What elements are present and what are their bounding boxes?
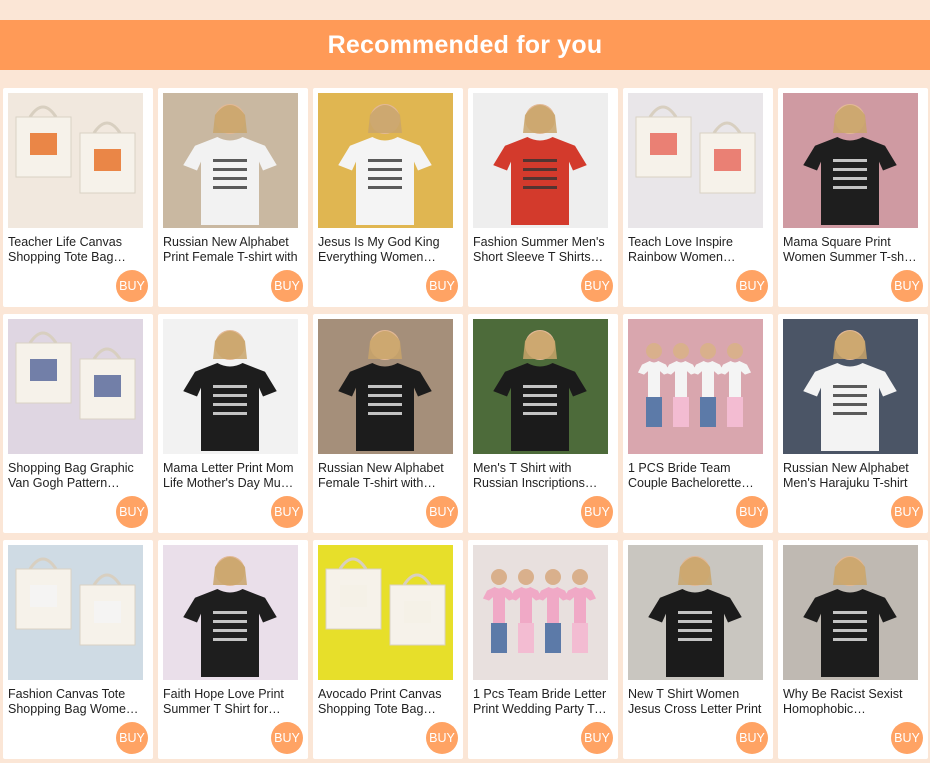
product-image[interactable] — [783, 319, 918, 454]
product-image[interactable] — [783, 93, 918, 228]
buy-button[interactable]: BUY — [271, 722, 303, 754]
section-title: Recommended for you — [327, 30, 603, 59]
buy-button[interactable]: BUY — [891, 496, 923, 528]
product-card[interactable]: Fashion Canvas Tote Shopping Bag Women F… — [3, 540, 153, 759]
buy-button[interactable]: BUY — [736, 722, 768, 754]
product-image[interactable] — [473, 93, 608, 228]
product-image[interactable] — [628, 319, 763, 454]
product-title[interactable]: Teach Love Inspire Rainbow Women Shoulde… — [628, 235, 763, 265]
product-card[interactable]: Teach Love Inspire Rainbow Women Shoulde… — [623, 88, 773, 307]
product-title[interactable]: New T Shirt Women Jesus Cross Letter Pri… — [628, 687, 763, 717]
buy-button[interactable]: BUY — [891, 722, 923, 754]
product-card[interactable]: Russian New Alphabet Men's Harajuku T-sh… — [778, 314, 928, 533]
buy-button[interactable]: BUY — [116, 496, 148, 528]
product-card[interactable]: Mama Square Print Women Summer T-shirt S… — [778, 88, 928, 307]
product-title[interactable]: Men's T Shirt with Russian Inscriptions … — [473, 461, 608, 491]
product-image[interactable] — [163, 93, 298, 228]
product-card[interactable]: 1 Pcs Team Bride Letter Print Wedding Pa… — [468, 540, 618, 759]
product-title[interactable]: Mama Square Print Women Summer T-shirt S… — [783, 235, 918, 265]
product-title[interactable]: Jesus Is My God King Everything Women Ch… — [318, 235, 453, 265]
product-card[interactable]: Faith Hope Love Print Summer T Shirt for… — [158, 540, 308, 759]
product-title[interactable]: Mama Letter Print Mom Life Mother's Day … — [163, 461, 298, 491]
product-image[interactable] — [318, 319, 453, 454]
buy-button[interactable]: BUY — [581, 270, 613, 302]
buy-button[interactable]: BUY — [736, 496, 768, 528]
buy-button[interactable]: BUY — [426, 270, 458, 302]
recommended-header: Recommended for you — [0, 20, 930, 70]
product-image[interactable] — [8, 93, 143, 228]
product-card[interactable]: Fashion Summer Men's Short Sleeve T Shir… — [468, 88, 618, 307]
product-image[interactable] — [628, 545, 763, 680]
product-card[interactable]: Teacher Life Canvas Shopping Tote Bag Wo… — [3, 88, 153, 307]
product-title[interactable]: Avocado Print Canvas Shopping Tote Bag W… — [318, 687, 453, 717]
product-grid: Teacher Life Canvas Shopping Tote Bag Wo… — [3, 88, 928, 759]
product-title[interactable]: Russian New Alphabet Print Female T-shir… — [163, 235, 298, 265]
product-title[interactable]: Russian New Alphabet Female T-shirt with… — [318, 461, 453, 491]
product-image[interactable] — [318, 93, 453, 228]
product-card[interactable]: New T Shirt Women Jesus Cross Letter Pri… — [623, 540, 773, 759]
buy-button[interactable]: BUY — [581, 496, 613, 528]
product-title[interactable]: Why Be Racist Sexist Homophobic Transpho… — [783, 687, 918, 717]
product-card[interactable]: Russian New Alphabet Print Female T-shir… — [158, 88, 308, 307]
product-title[interactable]: Shopping Bag Graphic Van Gogh Pattern Pr… — [8, 461, 143, 491]
product-title[interactable]: Russian New Alphabet Men's Harajuku T-sh… — [783, 461, 918, 491]
buy-button[interactable]: BUY — [426, 722, 458, 754]
product-title[interactable]: Fashion Summer Men's Short Sleeve T Shir… — [473, 235, 608, 265]
product-image[interactable] — [8, 319, 143, 454]
product-title[interactable]: Fashion Canvas Tote Shopping Bag Women F… — [8, 687, 143, 717]
product-card[interactable]: Jesus Is My God King Everything Women Ch… — [313, 88, 463, 307]
buy-button[interactable]: BUY — [581, 722, 613, 754]
buy-button[interactable]: BUY — [116, 722, 148, 754]
product-image[interactable] — [473, 545, 608, 680]
buy-button[interactable]: BUY — [116, 270, 148, 302]
buy-button[interactable]: BUY — [271, 270, 303, 302]
product-card[interactable]: Shopping Bag Graphic Van Gogh Pattern Pr… — [3, 314, 153, 533]
product-card[interactable]: Why Be Racist Sexist Homophobic Transpho… — [778, 540, 928, 759]
product-image[interactable] — [8, 545, 143, 680]
product-card[interactable]: Avocado Print Canvas Shopping Tote Bag W… — [313, 540, 463, 759]
product-title[interactable]: Faith Hope Love Print Summer T Shirt for… — [163, 687, 298, 717]
product-card[interactable]: Men's T Shirt with Russian Inscriptions … — [468, 314, 618, 533]
buy-button[interactable]: BUY — [891, 270, 923, 302]
product-card[interactable]: 1 PCS Bride Team Couple Bachelorette Par… — [623, 314, 773, 533]
product-image[interactable] — [163, 319, 298, 454]
product-image[interactable] — [473, 319, 608, 454]
product-image[interactable] — [318, 545, 453, 680]
product-title[interactable]: 1 Pcs Team Bride Letter Print Wedding Pa… — [473, 687, 608, 717]
product-image[interactable] — [628, 93, 763, 228]
product-title[interactable]: Teacher Life Canvas Shopping Tote Bag Wo… — [8, 235, 143, 265]
product-card[interactable]: Russian New Alphabet Female T-shirt with… — [313, 314, 463, 533]
product-image[interactable] — [783, 545, 918, 680]
buy-button[interactable]: BUY — [271, 496, 303, 528]
product-title[interactable]: 1 PCS Bride Team Couple Bachelorette Par… — [628, 461, 763, 491]
buy-button[interactable]: BUY — [426, 496, 458, 528]
product-card[interactable]: Mama Letter Print Mom Life Mother's Day … — [158, 314, 308, 533]
product-image[interactable] — [163, 545, 298, 680]
buy-button[interactable]: BUY — [736, 270, 768, 302]
